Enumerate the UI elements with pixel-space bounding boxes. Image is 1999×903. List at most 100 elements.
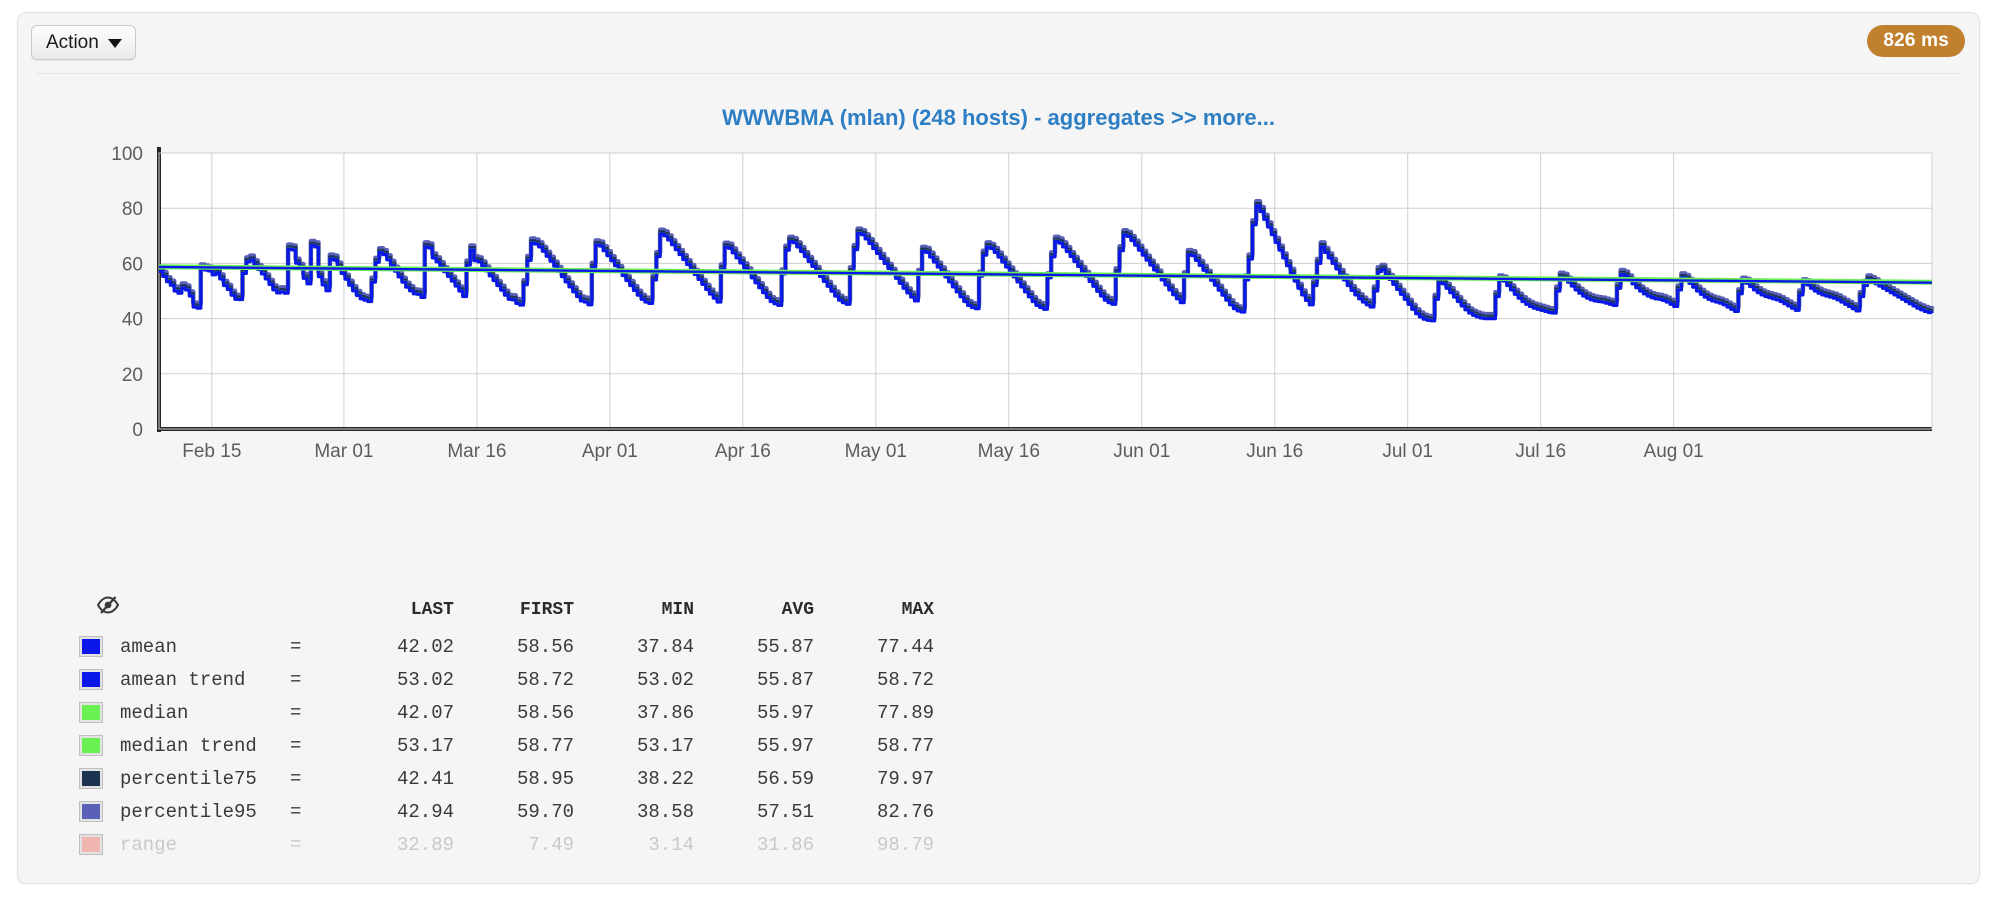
x-axis-tick-label: Feb 15 bbox=[182, 441, 241, 462]
legend-value-min: 53.02 bbox=[636, 668, 694, 691]
legend-value-avg: 55.97 bbox=[756, 734, 814, 757]
legend-row[interactable]: median = 42.07 58.56 37.86 55.97 77.89 bbox=[79, 696, 934, 729]
swatch bbox=[79, 768, 103, 790]
legend-visibility-toggle[interactable] bbox=[80, 596, 120, 630]
legend-color-swatch[interactable] bbox=[79, 729, 120, 762]
legend-col-blank bbox=[120, 596, 290, 630]
legend-value-first: 59.70 bbox=[516, 800, 574, 823]
action-button[interactable]: Action bbox=[31, 25, 136, 60]
legend-body: amean = 42.02 58.56 37.84 55.87 77.44 amean tre… bbox=[79, 630, 934, 861]
legend-col-avg: AVG bbox=[781, 599, 814, 620]
legend-color-swatch[interactable] bbox=[79, 630, 120, 663]
legend-header: LAST FIRST MIN AVG MAX bbox=[80, 596, 934, 630]
toolbar-divider bbox=[36, 73, 1961, 74]
swatch bbox=[79, 735, 103, 757]
legend-value-max: 58.77 bbox=[876, 734, 934, 757]
legend-series-name: range bbox=[120, 833, 178, 856]
chart-title-link[interactable]: WWWBMA (mlan) (248 hosts) - aggregates >… bbox=[18, 105, 1979, 131]
legend-value-first: 58.72 bbox=[516, 668, 574, 691]
legend-value-max: 79.97 bbox=[876, 767, 934, 790]
legend-row[interactable]: amean = 42.02 58.56 37.84 55.87 77.44 bbox=[79, 630, 934, 663]
legend-col-min: MIN bbox=[661, 599, 694, 620]
swatch bbox=[79, 834, 103, 856]
legend-row[interactable]: range = 32.89 7.49 3.14 31.86 98.79 bbox=[79, 828, 934, 861]
legend-value-max: 98.79 bbox=[876, 833, 934, 856]
chart-area: Feb 15 Mar 01 Mar 16 Apr 01 Apr 16 May 01 May … bbox=[18, 133, 1981, 473]
legend-value-last: 42.07 bbox=[396, 701, 454, 724]
legend-value-max: 82.76 bbox=[876, 800, 934, 823]
legend-color-swatch[interactable] bbox=[79, 762, 120, 795]
legend-value-min: 38.22 bbox=[636, 767, 694, 790]
toolbar: Action 826 ms bbox=[18, 13, 1979, 73]
swatch bbox=[79, 636, 103, 658]
legend-value-first: 58.56 bbox=[516, 635, 574, 658]
legend-col-eq bbox=[290, 596, 334, 630]
x-axis-tick-label: Jun 01 bbox=[1113, 441, 1170, 462]
legend-series-name: percentile75 bbox=[120, 767, 257, 790]
y-axis-tick-label: 100 bbox=[111, 144, 143, 165]
legend-value-min: 37.86 bbox=[636, 701, 694, 724]
legend-value-first: 58.77 bbox=[516, 734, 574, 757]
y-axis-tick-label: 60 bbox=[122, 254, 143, 275]
legend-col-last: LAST bbox=[410, 599, 454, 620]
chart-legend: LAST FIRST MIN AVG MAX amean = 42.02 58.56 3… bbox=[79, 596, 934, 861]
legend-value-max: 58.72 bbox=[876, 668, 934, 691]
legend-row[interactable]: percentile75 = 42.41 58.95 38.22 56.59 79.97 bbox=[79, 762, 934, 795]
x-axis-tick-label: Jul 16 bbox=[1515, 441, 1566, 462]
action-button-label: Action bbox=[46, 32, 99, 53]
x-axis-tick-label: Aug 01 bbox=[1644, 441, 1704, 462]
x-axis-tick-label: May 01 bbox=[845, 441, 907, 462]
legend-color-swatch[interactable] bbox=[79, 795, 120, 828]
legend-value-avg: 55.87 bbox=[756, 668, 814, 691]
legend-value-min: 53.17 bbox=[636, 734, 694, 757]
legend-value-avg: 55.87 bbox=[756, 635, 814, 658]
legend-equals: = bbox=[290, 668, 302, 691]
legend-color-swatch[interactable] bbox=[79, 663, 120, 696]
x-axis-tick-label: Mar 16 bbox=[447, 441, 506, 462]
legend-series-name: amean trend bbox=[120, 668, 246, 691]
legend-table: LAST FIRST MIN AVG MAX amean = 42.02 58.56 3… bbox=[79, 596, 934, 861]
legend-value-min: 37.84 bbox=[636, 635, 694, 658]
page-root: Action 826 ms WWWBMA (mlan) (248 hosts) … bbox=[0, 0, 1999, 903]
legend-row[interactable]: amean trend = 53.02 58.72 53.02 55.87 58.72 bbox=[79, 663, 934, 696]
legend-value-avg: 56.59 bbox=[756, 767, 814, 790]
x-axis-tick-label: May 16 bbox=[978, 441, 1040, 462]
x-axis-tick-label: Apr 16 bbox=[715, 441, 771, 462]
legend-series-name: median bbox=[120, 701, 189, 724]
legend-equals: = bbox=[290, 734, 302, 757]
legend-row[interactable]: median trend = 53.17 58.77 53.17 55.97 58.77 bbox=[79, 729, 934, 762]
legend-row[interactable]: percentile95 = 42.94 59.70 38.58 57.51 82.76 bbox=[79, 795, 934, 828]
legend-value-last: 42.94 bbox=[396, 800, 454, 823]
legend-equals: = bbox=[290, 767, 302, 790]
legend-col-max: MAX bbox=[901, 599, 934, 620]
legend-value-avg: 57.51 bbox=[756, 800, 814, 823]
eye-slash-icon bbox=[96, 596, 120, 623]
legend-value-last: 53.17 bbox=[396, 734, 454, 757]
legend-series-name: amean bbox=[120, 635, 178, 658]
swatch bbox=[79, 702, 103, 724]
chevron-down-icon bbox=[107, 39, 122, 48]
legend-value-min: 38.58 bbox=[636, 800, 694, 823]
legend-equals: = bbox=[290, 833, 302, 856]
legend-value-last: 32.89 bbox=[396, 833, 454, 856]
legend-equals: = bbox=[290, 701, 302, 724]
legend-color-swatch[interactable] bbox=[79, 828, 120, 861]
legend-col-first: FIRST bbox=[519, 599, 574, 620]
x-axis-tick-label: Jun 16 bbox=[1246, 441, 1303, 462]
legend-value-last: 42.41 bbox=[396, 767, 454, 790]
legend-equals: = bbox=[290, 635, 302, 658]
x-axis-tick-label: Apr 01 bbox=[582, 441, 638, 462]
y-axis-tick-label: 20 bbox=[122, 365, 143, 386]
y-axis-tick-label: 80 bbox=[122, 199, 143, 220]
legend-value-first: 58.56 bbox=[516, 701, 574, 724]
legend-value-avg: 31.86 bbox=[756, 833, 814, 856]
timeseries-chart[interactable]: Feb 15 Mar 01 Mar 16 Apr 01 Apr 16 May 01 May … bbox=[18, 133, 1981, 473]
legend-value-avg: 55.97 bbox=[756, 701, 814, 724]
legend-value-first: 58.95 bbox=[516, 767, 574, 790]
y-axis-tick-label: 40 bbox=[122, 310, 143, 331]
timing-badge: 826 ms bbox=[1867, 25, 1965, 57]
x-axis-tick-label: Mar 01 bbox=[314, 441, 373, 462]
legend-equals: = bbox=[290, 800, 302, 823]
legend-value-min: 3.14 bbox=[648, 833, 694, 856]
legend-color-swatch[interactable] bbox=[79, 696, 120, 729]
